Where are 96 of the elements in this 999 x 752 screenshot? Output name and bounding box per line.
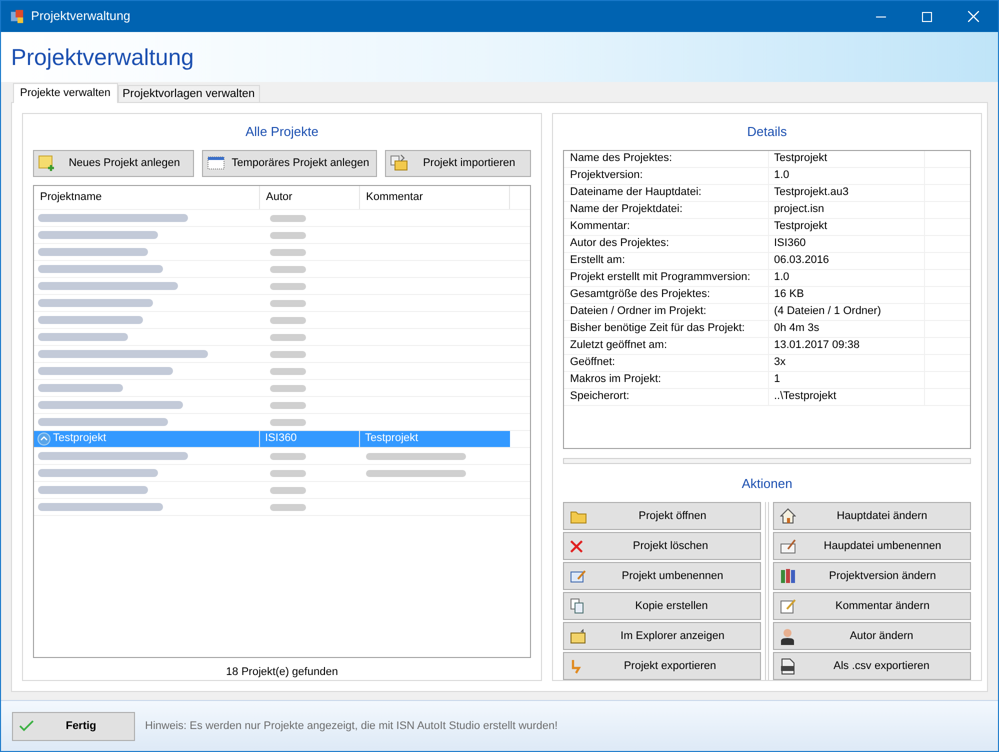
folder-icon <box>570 508 587 524</box>
app-icon <box>10 9 25 24</box>
detail-label: Dateiname der Hauptdatei: <box>564 184 769 200</box>
column-header[interactable]: Projektname <box>34 186 260 208</box>
detail-label: Erstellt am: <box>564 252 769 268</box>
blurred-text <box>270 266 306 272</box>
checkmark-icon <box>19 720 34 732</box>
blurred-text <box>270 334 306 340</box>
detail-value: 06.03.2016 <box>769 252 925 268</box>
table-cell: Testprojekt <box>360 430 510 446</box>
csv-file-icon <box>780 658 795 674</box>
edit-form-icon <box>570 568 587 584</box>
page-title: Projektverwaltung <box>11 42 194 72</box>
project-icon <box>37 432 51 446</box>
blurred-text <box>270 232 306 238</box>
action-button[interactable]: Im Explorer anzeigen <box>563 622 762 650</box>
section-title: Aktionen <box>742 474 792 492</box>
blurred-text <box>270 214 306 222</box>
blurred-text <box>270 486 306 494</box>
blurred-text <box>270 368 306 374</box>
detail-value: 1 <box>769 372 925 388</box>
action-button[interactable]: Als .csv exportieren <box>772 652 971 680</box>
rename-icon <box>780 538 797 554</box>
action-button[interactable]: Kopie erstellen <box>563 592 762 620</box>
edit-icon <box>780 598 797 614</box>
action-button[interactable]: Hauptdatei ändern <box>772 502 971 530</box>
action-button[interactable]: Projekt löschen <box>563 532 762 560</box>
detail-label: Geöffnet: <box>564 354 769 370</box>
blurred-text <box>270 248 306 256</box>
done-button[interactable]: Fertig <box>12 712 135 740</box>
tab[interactable]: Projekte verwalten <box>13 83 118 103</box>
detail-label: Speicherort: <box>564 388 769 404</box>
close-icon[interactable] <box>968 11 979 22</box>
toolbar-button[interactable]: Projekt importieren <box>385 150 531 176</box>
detail-label: Name der Projektdatei: <box>564 202 769 218</box>
window-icon <box>206 154 225 172</box>
detail-value: 3x <box>769 354 925 370</box>
person-icon <box>780 628 795 644</box>
action-button[interactable]: Projekt umbenennen <box>563 562 762 590</box>
project-count: 18 Projekt(e) gefunden <box>226 664 338 680</box>
action-button[interactable]: Haupdatei umbenennen <box>772 532 971 560</box>
detail-label: Kommentar: <box>564 218 769 234</box>
hint-text: Hinweis: Es werden nur Projekte angezeigt, die mit ISN AutoIt Studio erstellt wurden! <box>145 718 558 734</box>
blurred-text <box>270 282 306 290</box>
blurred-text <box>270 350 306 358</box>
blurred-text <box>270 300 306 306</box>
action-button[interactable]: Projekt exportieren <box>563 652 762 680</box>
detail-value: 13.01.2017 09:38 <box>769 338 925 354</box>
action-button[interactable]: Projektversion ändern <box>772 562 971 590</box>
detail-label: Bisher benötige Zeit für das Projekt: <box>564 320 769 336</box>
toolbar-button[interactable]: Temporäres Projekt anlegen <box>202 150 378 176</box>
action-button[interactable]: Kommentar ändern <box>772 592 971 620</box>
detail-value: ..\Testprojekt <box>769 388 925 404</box>
copy-icon <box>570 598 585 614</box>
blurred-text <box>270 470 306 476</box>
blurred-text <box>270 418 306 426</box>
table-cell: ISI360 <box>260 430 360 446</box>
column-header[interactable]: Autor <box>260 186 360 208</box>
toolbar-button[interactable]: Neues Projekt anlegen <box>33 150 194 176</box>
section-title: Details <box>747 123 787 141</box>
tab[interactable]: Projektvorlagen verwalten <box>118 85 260 102</box>
detail-label: Projektversion: <box>564 168 769 184</box>
detail-value: 16 KB <box>769 286 925 302</box>
detail-label: Dateien / Ordner im Projekt: <box>564 304 769 320</box>
close-icon <box>570 540 583 552</box>
action-button[interactable]: Autor ändern <box>772 622 971 650</box>
detail-value: project.isn <box>769 202 925 218</box>
detail-value: Testprojekt.au3 <box>769 184 925 200</box>
detail-label: Projekt erstellt mit Programmversion: <box>564 270 769 286</box>
import-folder-icon <box>390 154 408 172</box>
detail-value: ISI360 <box>769 236 925 252</box>
detail-label: Zuletzt geöffnet am: <box>564 338 769 354</box>
detail-label: Name des Projektes: <box>564 150 769 166</box>
blurred-text <box>270 384 306 392</box>
detail-value: Testprojekt <box>769 218 925 234</box>
detail-value: Testprojekt <box>769 150 925 166</box>
detail-label: Makros im Projekt: <box>564 372 769 388</box>
detail-value: (4 Dateien / 1 Ordner) <box>769 304 925 320</box>
maximize-icon[interactable] <box>922 12 932 22</box>
books-icon <box>780 568 797 584</box>
detail-value: 1.0 <box>769 168 925 184</box>
blurred-text <box>270 402 306 408</box>
detail-value: 0h 4m 3s <box>769 320 925 336</box>
column-header[interactable]: Kommentar <box>360 186 510 208</box>
detail-label: Autor des Projektes: <box>564 236 769 252</box>
detail-value: 1.0 <box>769 270 925 286</box>
blurred-text <box>270 504 306 510</box>
detail-label: Gesamtgröße des Projektes: <box>564 286 769 302</box>
home-icon <box>780 508 796 524</box>
folder-icon <box>570 628 587 644</box>
blurred-text <box>270 452 306 460</box>
action-button[interactable]: Projekt öffnen <box>563 502 762 530</box>
note-add-icon <box>38 154 56 172</box>
window-title: Projektverwaltung <box>31 8 130 26</box>
blurred-text <box>270 316 306 324</box>
section-title: Alle Projekte <box>246 123 318 141</box>
